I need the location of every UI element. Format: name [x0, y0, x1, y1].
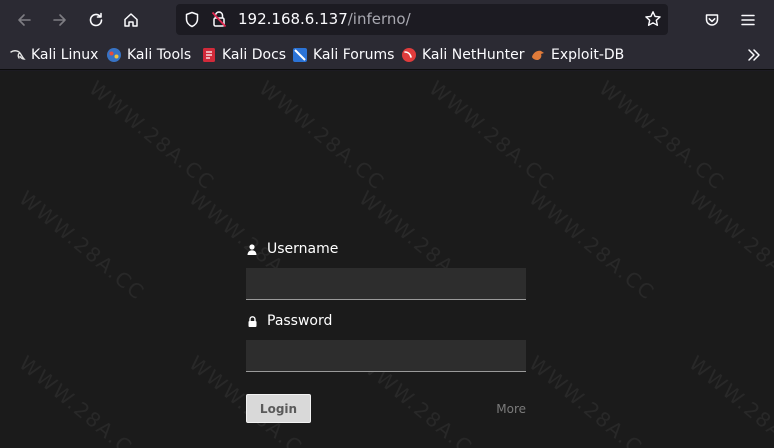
watermark: WWW.28A.CC: [684, 351, 774, 448]
watermark: WWW.28A.CC: [84, 76, 220, 195]
password-label: Password: [246, 312, 526, 330]
back-button[interactable]: [10, 6, 38, 34]
home-button[interactable]: [117, 6, 145, 34]
url-host: 192.168.6.137: [238, 10, 348, 28]
more-link[interactable]: More: [496, 402, 526, 416]
username-label-text: Username: [267, 241, 339, 257]
bookmark-label: Kali Linux: [31, 47, 99, 63]
bookmark-kali-forums[interactable]: Kali Forums: [292, 46, 394, 64]
browser-toolbar: 192.168.6.137/inferno/: [0, 0, 774, 40]
watermark: WWW.28A.CC: [254, 76, 390, 195]
reload-icon: [89, 12, 103, 27]
watermark: WWW.28A.CC: [594, 76, 730, 195]
kali-forums-icon: [292, 47, 308, 63]
bookmark-label: Kali Forums: [313, 47, 395, 63]
kali-tools-icon: [106, 47, 122, 63]
password-input[interactable]: [246, 340, 526, 372]
login-button[interactable]: Login: [246, 394, 311, 423]
bookmarks-toolbar: Kali Linux Kali Tools Kali Docs Kali For…: [0, 40, 774, 70]
page-content: WWW.28A.CC WWW.28A.CC WWW.28A.CC WWW.28A…: [0, 71, 774, 448]
back-arrow-icon: [18, 14, 31, 26]
watermark: WWW.28A.CC: [524, 351, 660, 448]
bookmarks-overflow-chevron-icon[interactable]: [746, 47, 762, 67]
bookmark-kali-docs[interactable]: Kali Docs: [201, 46, 286, 64]
insecure-connection-icon[interactable]: [211, 10, 227, 32]
username-label: Username: [246, 240, 526, 258]
form-actions: Login More: [246, 392, 526, 432]
password-label-text: Password: [267, 313, 333, 329]
url-path: /inferno/: [347, 10, 411, 28]
home-icon: [124, 13, 138, 27]
app-menu-button[interactable]: [734, 6, 762, 34]
bookmark-label: Kali Tools: [127, 47, 192, 63]
bookmark-label: Kali NetHunter: [422, 47, 525, 63]
tracking-protection-shield-icon[interactable]: [184, 11, 200, 32]
bookmark-label: Kali Docs: [222, 47, 287, 63]
pocket-button[interactable]: [698, 6, 726, 34]
user-icon: [246, 243, 258, 255]
forward-button[interactable]: [46, 6, 74, 34]
username-input[interactable]: [246, 268, 526, 300]
watermark: WWW.28A.CC: [524, 186, 660, 305]
address-bar[interactable]: 192.168.6.137/inferno/: [176, 4, 668, 35]
url-text[interactable]: 192.168.6.137/inferno/: [238, 9, 411, 29]
pocket-icon: [705, 14, 719, 26]
bookmark-exploit-db[interactable]: Exploit-DB: [530, 46, 624, 64]
bookmark-kali-nethunter[interactable]: Kali NetHunter: [401, 46, 524, 64]
login-form: Username Password Login More: [246, 240, 526, 432]
watermark: WWW.28A.CC: [684, 186, 774, 305]
watermark: WWW.28A.CC: [14, 186, 150, 305]
hamburger-menu-icon: [741, 14, 755, 26]
watermark: WWW.28A.CC: [424, 76, 560, 195]
lock-icon: [246, 315, 258, 327]
reload-button[interactable]: [82, 6, 110, 34]
watermark: WWW.28A.CC: [14, 351, 150, 448]
exploit-db-icon: [530, 47, 546, 63]
kali-dragon-icon: [10, 47, 26, 63]
nethunter-icon: [401, 47, 417, 63]
bookmark-kali-tools[interactable]: Kali Tools: [106, 46, 191, 64]
bookmark-star-icon[interactable]: [644, 10, 662, 32]
forward-arrow-icon: [53, 14, 66, 26]
bookmark-label: Exploit-DB: [551, 47, 625, 63]
kali-docs-icon: [201, 47, 217, 63]
bookmark-kali-linux[interactable]: Kali Linux: [10, 46, 98, 64]
